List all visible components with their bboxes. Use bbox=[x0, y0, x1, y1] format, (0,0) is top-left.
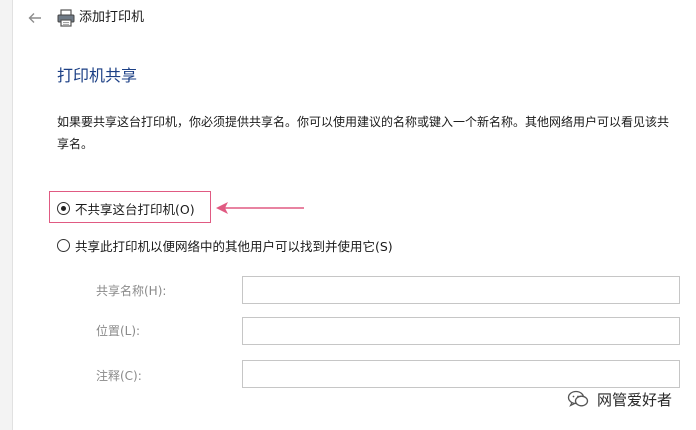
radio-do-not-share-label: 不共享这台打印机(O) bbox=[75, 201, 195, 217]
title-bar: 添加打印机 bbox=[12, 0, 696, 36]
window-left-border bbox=[0, 0, 13, 430]
annotation-arrow-icon bbox=[216, 202, 304, 214]
radio-unselected-icon[interactable] bbox=[57, 238, 70, 252]
location-label: 位置(L): bbox=[96, 324, 141, 338]
radio-share-printer[interactable]: 共享此打印机以便网络中的其他用户可以找到并使用它(S) bbox=[57, 234, 393, 256]
radio-do-not-share[interactable]: 不共享这台打印机(O) bbox=[57, 197, 195, 219]
watermark-text: 网管爱好者 bbox=[597, 390, 673, 409]
back-arrow-icon bbox=[28, 13, 41, 23]
radio-share-printer-label: 共享此打印机以便网络中的其他用户可以找到并使用它(S) bbox=[75, 238, 393, 254]
location-input[interactable] bbox=[242, 317, 680, 345]
page-description: 如果要共享这台打印机，你必须提供共享名。你可以使用建议的名称或键入一个新名称。其… bbox=[57, 115, 670, 151]
radio-selected-icon[interactable] bbox=[57, 201, 70, 215]
share-name-label: 共享名称(H): bbox=[96, 284, 167, 298]
printer-icon bbox=[57, 9, 75, 27]
share-name-input[interactable] bbox=[242, 276, 680, 304]
window-title: 添加打印机 bbox=[79, 10, 145, 25]
comment-label: 注释(C): bbox=[96, 369, 142, 383]
back-button[interactable] bbox=[24, 8, 46, 28]
wechat-icon bbox=[567, 390, 589, 407]
page-title: 打印机共享 bbox=[57, 66, 138, 85]
watermark: 网管爱好者 bbox=[567, 383, 672, 415]
